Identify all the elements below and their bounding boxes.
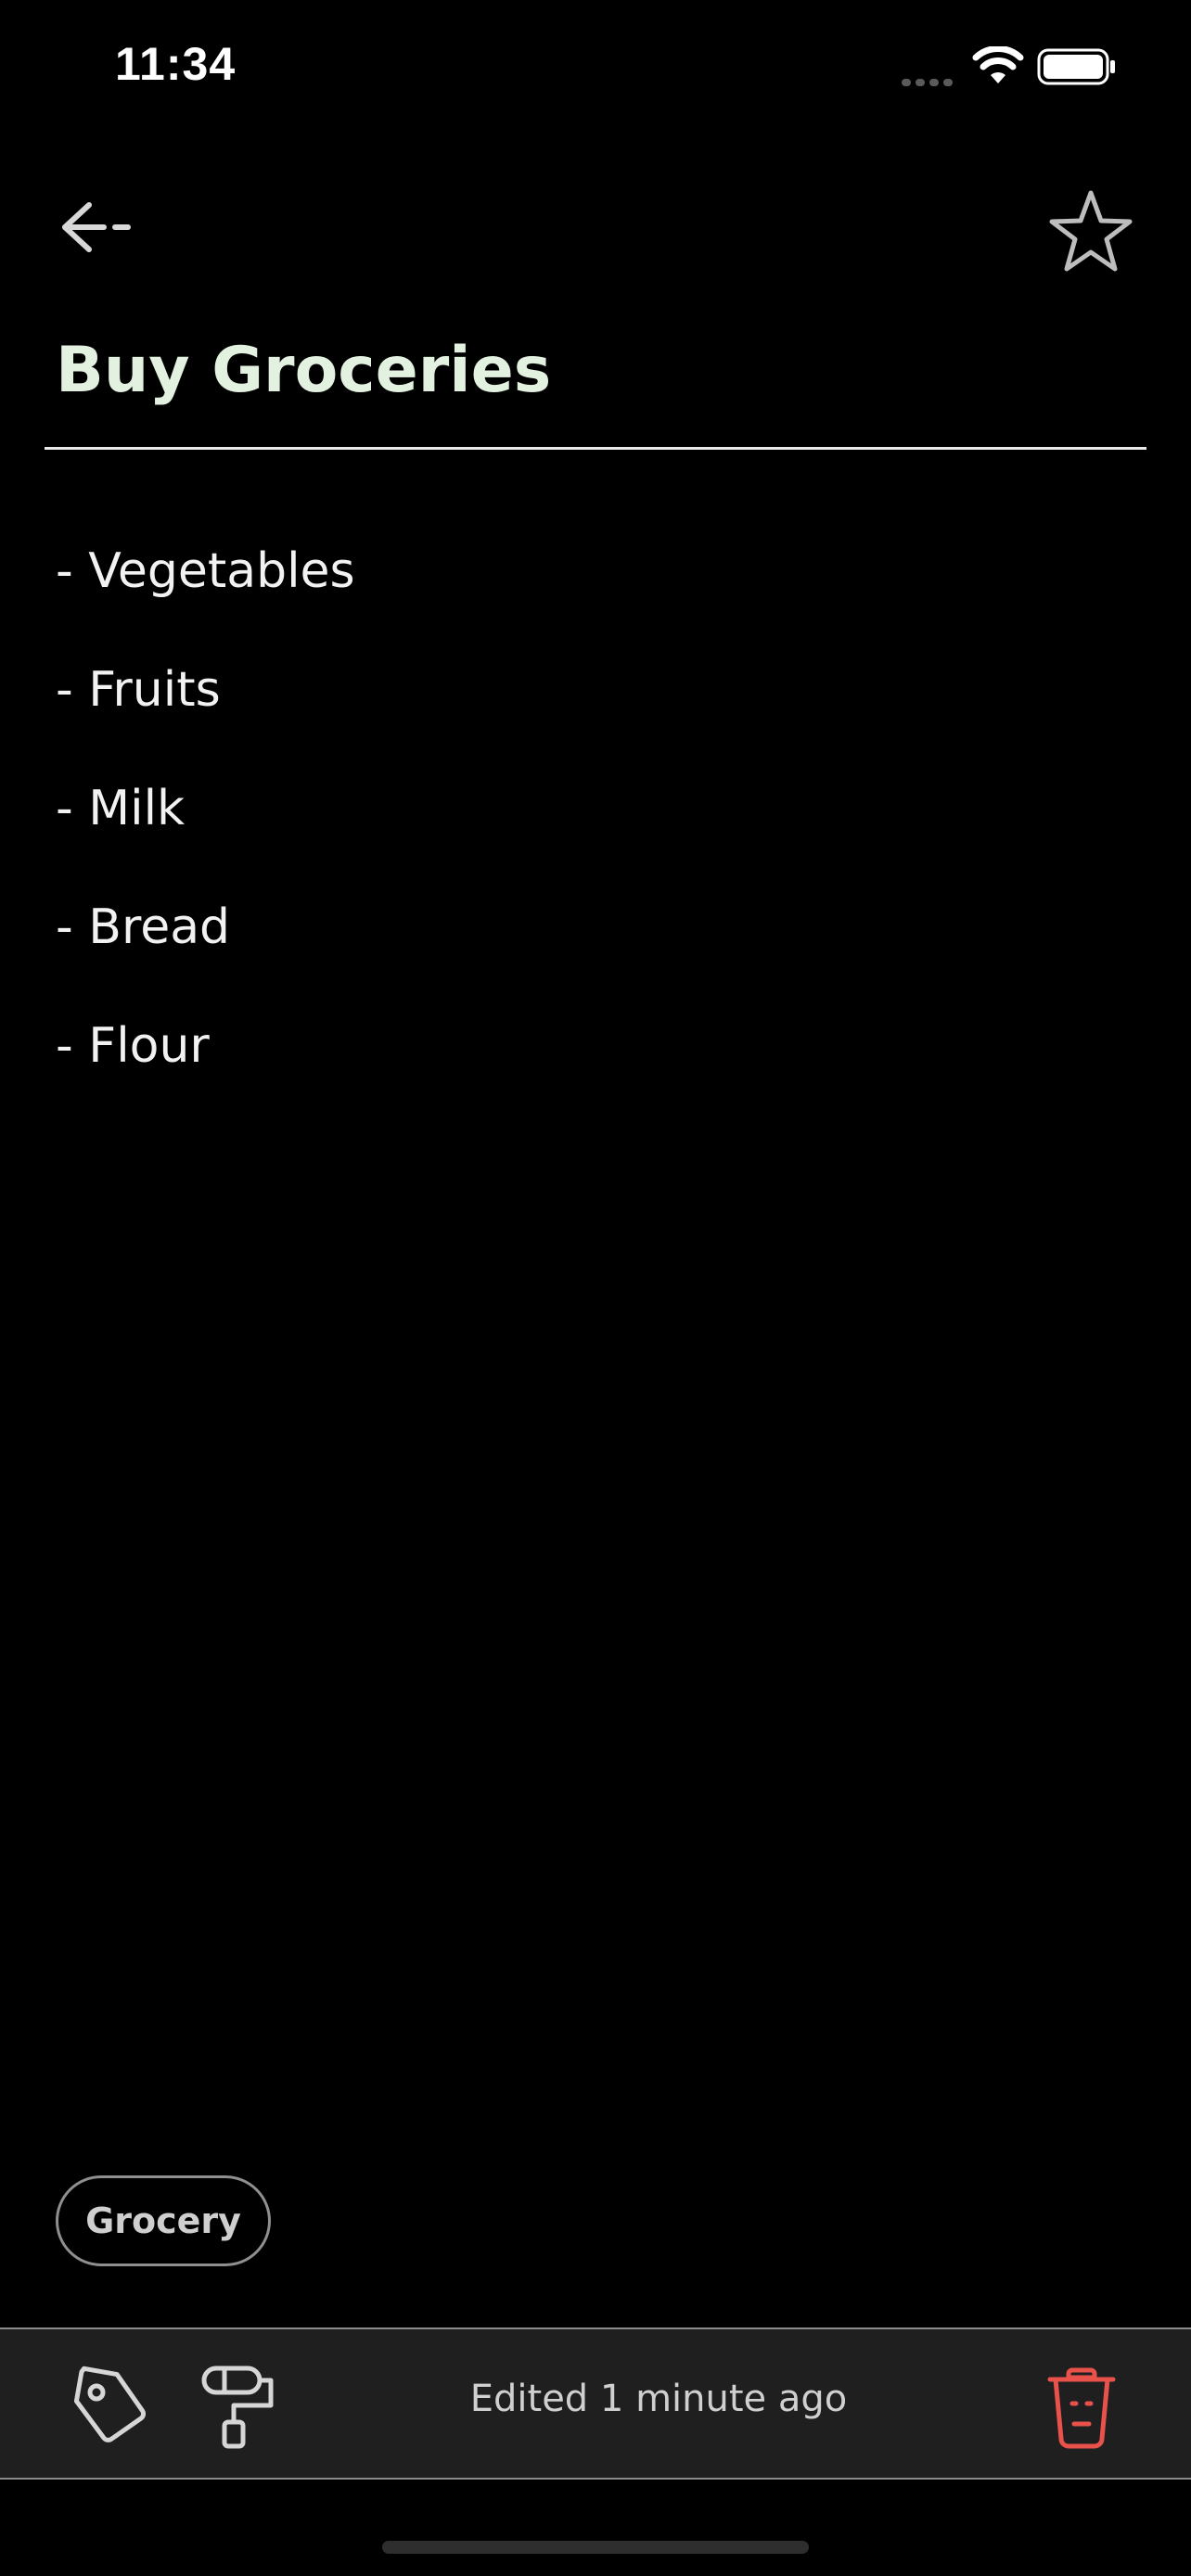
tag-chip-grocery[interactable]: Grocery bbox=[56, 2175, 271, 2266]
note-body-line: - Vegetables bbox=[56, 543, 355, 599]
star-outline-icon bbox=[1049, 190, 1133, 272]
back-button[interactable] bbox=[56, 190, 139, 264]
tag-icon bbox=[73, 2366, 147, 2442]
paint-roller-icon bbox=[201, 2366, 274, 2449]
delete-button[interactable] bbox=[1044, 2363, 1119, 2452]
edited-status: Edited 1 minute ago bbox=[469, 2378, 848, 2420]
favorite-button[interactable] bbox=[1044, 185, 1137, 278]
add-tag-button[interactable] bbox=[65, 2365, 158, 2448]
note-title[interactable]: Buy Groceries bbox=[56, 334, 551, 407]
trash-icon bbox=[1047, 2367, 1116, 2449]
bottom-toolbar: Edited 1 minute ago bbox=[0, 2327, 1191, 2480]
title-divider bbox=[45, 447, 1146, 450]
battery-icon bbox=[1037, 48, 1115, 85]
status-bar: 11:34 bbox=[0, 0, 1191, 139]
note-body-line: - Milk bbox=[56, 781, 186, 836]
theme-button[interactable] bbox=[197, 2361, 280, 2450]
cellular-signal-icon bbox=[902, 74, 957, 91]
wifi-icon bbox=[972, 46, 1024, 83]
home-indicator[interactable] bbox=[382, 2541, 809, 2554]
status-time: 11:34 bbox=[115, 38, 237, 90]
note-body-line: - Fruits bbox=[56, 662, 221, 718]
back-arrow-icon bbox=[62, 202, 131, 252]
note-body-line: - Flour bbox=[56, 1018, 210, 1074]
note-body-line: - Bread bbox=[56, 899, 231, 955]
note-body[interactable]: - Vegetables - Fruits - Milk - Bread - F… bbox=[56, 482, 1132, 1135]
